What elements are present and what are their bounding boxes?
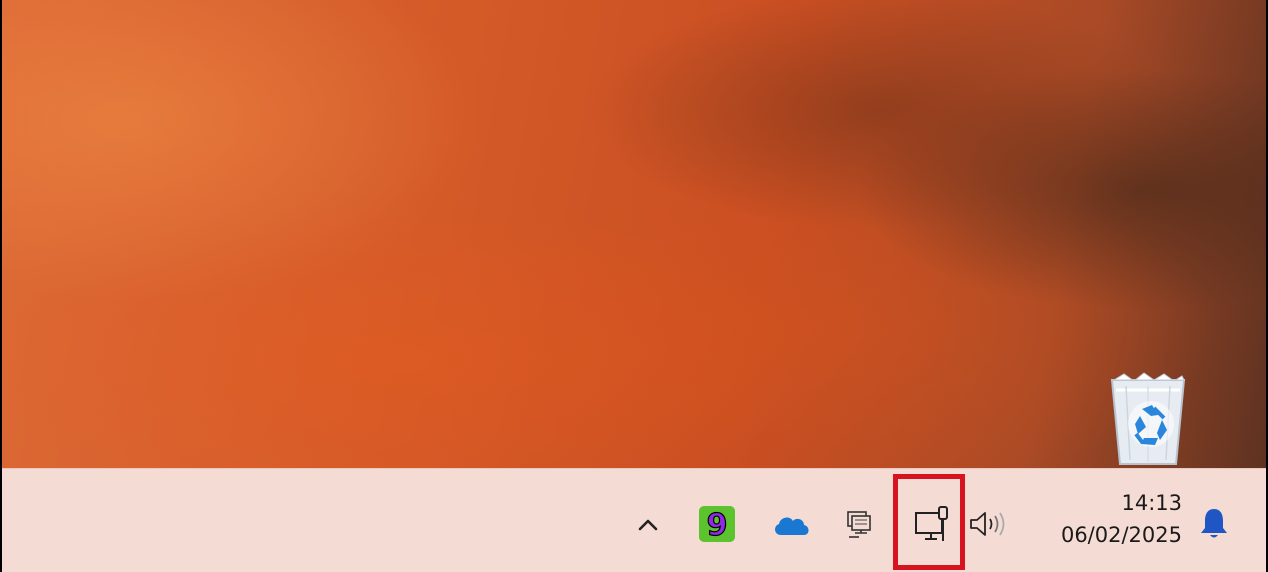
taskbar: 9 14:13 06/02/2025: [2, 468, 1266, 572]
onedrive-cloud-icon[interactable]: [768, 507, 814, 543]
clock-date: 06/02/2025: [1060, 523, 1182, 547]
app-9-glyph: 9: [707, 508, 728, 543]
speaker-volume-icon[interactable]: [966, 507, 1008, 541]
lan-network-icon[interactable]: [906, 499, 958, 551]
app-9-icon[interactable]: 9: [696, 503, 738, 545]
network-pc-icon[interactable]: [838, 505, 880, 545]
desktop-wallpaper: [2, 0, 1266, 468]
system-clock[interactable]: 14:13 06/02/2025: [1030, 487, 1182, 557]
clock-time: 14:13: [1121, 491, 1182, 515]
notification-bell-icon[interactable]: [1194, 503, 1234, 543]
chevron-up-icon[interactable]: [630, 507, 666, 543]
recycle-bin-icon[interactable]: [1106, 372, 1190, 468]
